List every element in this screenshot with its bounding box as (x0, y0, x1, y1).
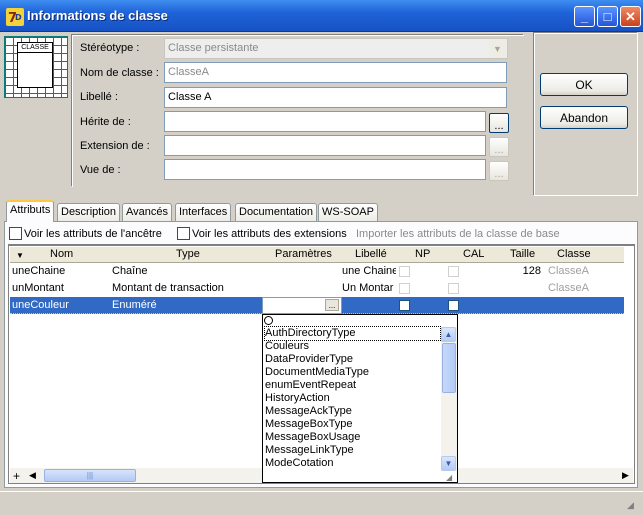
caption-field[interactable]: Classe A (164, 87, 507, 108)
cancel-button[interactable]: Abandon (540, 106, 628, 129)
list-item[interactable]: Couleurs (265, 340, 440, 353)
list-item[interactable]: DataProviderType (265, 353, 440, 366)
cell-name: uneChaine (12, 265, 66, 277)
inherits-field[interactable] (164, 111, 486, 132)
cell-caption: Un Montar (342, 282, 394, 294)
np-checkbox[interactable] (399, 266, 410, 277)
sort-arrow-icon[interactable]: ▼ (16, 251, 24, 260)
column-header-type[interactable]: Type (176, 248, 200, 260)
list-item[interactable]: enumEventRepeat (265, 379, 440, 392)
scroll-right-icon[interactable]: ▶ (622, 470, 629, 481)
column-header-caption[interactable]: Libellé (355, 248, 387, 260)
column-header-params[interactable]: Paramètres (275, 248, 332, 260)
class-card-icon: CLASSE (17, 42, 53, 88)
ok-button[interactable]: OK (540, 73, 628, 96)
import-base-link[interactable]: Importer les attributs de la classe de b… (356, 228, 560, 240)
resize-grip-icon[interactable]: ◢ (446, 473, 456, 482)
extension-field[interactable] (164, 135, 486, 156)
list-item[interactable]: MessageAckType (265, 405, 440, 418)
extension-browse-button[interactable]: ... (489, 137, 509, 157)
list-item[interactable]: MessageBoxUsage (265, 431, 440, 444)
view-browse-button[interactable]: ... (489, 161, 509, 181)
column-header-cal[interactable]: CAL (463, 248, 484, 260)
cell-class: ClasseA (548, 265, 589, 277)
column-header-np[interactable]: NP (415, 248, 430, 260)
cal-checkbox[interactable] (448, 266, 459, 277)
class-name-field[interactable]: ClasseA (164, 62, 507, 83)
chevron-down-icon[interactable]: ▼ (489, 39, 506, 58)
list-item[interactable]: DocumentMediaType (265, 366, 440, 379)
scroll-down-icon[interactable]: ▼ (441, 456, 456, 471)
show-ancestor-label: Voir les attributs de l'ancêtre (24, 228, 162, 240)
params-combo-button[interactable]: ... (325, 299, 339, 311)
inherits-browse-button[interactable]: ... (489, 113, 509, 133)
cell-name: unMontant (12, 282, 64, 294)
tab-attributs[interactable]: Attributs (6, 200, 55, 222)
window-title: Informations de classe (27, 8, 168, 23)
stereotype-select[interactable]: Classe persistante (164, 38, 508, 59)
close-button[interactable]: ✕ (620, 6, 641, 27)
caption-label: Libellé : (80, 91, 118, 103)
cell-name: uneCouleur (12, 299, 69, 311)
radio-icon[interactable] (264, 316, 273, 325)
minimize-button[interactable]: _ (574, 6, 595, 27)
column-header-size[interactable]: Taille (510, 248, 535, 260)
add-row-button[interactable]: + (13, 469, 20, 483)
class-name-label: Nom de classe : (80, 67, 159, 79)
maximize-button[interactable]: □ (597, 6, 618, 27)
cal-checkbox[interactable] (448, 300, 459, 311)
stereotype-label: Stéréotype : (80, 42, 140, 54)
view-field[interactable] (164, 159, 486, 180)
np-checkbox[interactable] (399, 300, 410, 311)
show-ancestor-checkbox[interactable] (9, 227, 22, 240)
class-card-caption: CLASSE (18, 43, 52, 53)
list-item[interactable]: AuthDirectoryType (264, 326, 441, 341)
np-checkbox[interactable] (399, 283, 410, 294)
tab-interfaces[interactable]: Interfaces (175, 203, 232, 221)
cell-type: Chaîne (112, 265, 148, 277)
svg-text:D: D (15, 13, 22, 22)
cell-type: Montant de transaction (112, 282, 224, 294)
scroll-up-icon[interactable]: ▲ (441, 327, 456, 342)
list-item[interactable]: HistoryAction (265, 392, 440, 405)
tab-ws-soap[interactable]: WS-SOAP (318, 203, 378, 221)
scroll-left-icon[interactable]: ◀ (29, 470, 36, 481)
tab-description[interactable]: Description (57, 203, 121, 221)
resize-grip-icon[interactable]: ◢ (627, 500, 634, 511)
view-label: Vue de : (80, 164, 121, 176)
grid-scroll-thumb[interactable]: ||| (44, 469, 136, 482)
cell-type: Enuméré (112, 299, 157, 311)
cal-checkbox[interactable] (448, 283, 459, 294)
tab-documentation[interactable]: Documentation (235, 203, 317, 221)
inherits-label: Hérite de : (80, 116, 131, 128)
list-item[interactable]: ModeCotation (265, 457, 440, 470)
column-header-class[interactable]: Classe (557, 248, 591, 260)
list-item[interactable]: MessageLinkType (265, 444, 440, 457)
cell-class: ClasseA (548, 282, 589, 294)
status-bar (0, 491, 643, 515)
table-row[interactable]: unMontant Montant de transaction Un Mont… (10, 280, 624, 297)
extension-label: Extension de : (80, 140, 150, 152)
cell-caption: une Chaine (342, 265, 396, 277)
column-header-name[interactable]: Nom (50, 248, 73, 260)
show-extensions-label: Voir les attributs des extensions (192, 228, 347, 240)
list-item[interactable]: MessageBoxType (265, 418, 440, 431)
app-icon: 7 D (6, 8, 24, 26)
show-extensions-checkbox[interactable] (177, 227, 190, 240)
dropdown-scroll-thumb[interactable] (442, 343, 456, 393)
cell-size: 128 (522, 265, 541, 277)
table-row[interactable]: uneChaine Chaîne une Chaine 128 ClasseA (10, 263, 624, 280)
tab-avances[interactable]: Avancés (122, 203, 172, 221)
